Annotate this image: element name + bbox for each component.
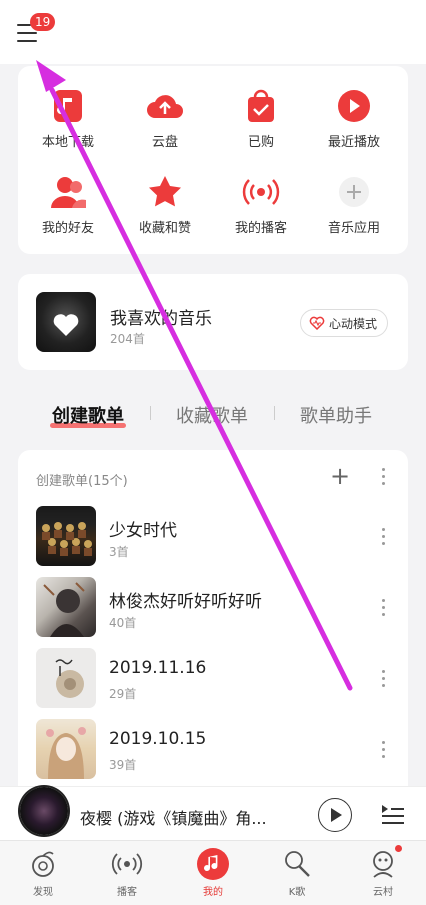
tab-created-playlists[interactable]: 创建歌单 <box>52 402 124 428</box>
notification-badge: 19 <box>30 13 56 31</box>
playlist-count: 40首 <box>109 616 137 630</box>
grid-item-my-podcast[interactable]: 我的播客 <box>213 174 309 236</box>
play-button[interactable] <box>318 798 352 832</box>
nav-mine[interactable]: 我的 <box>178 847 248 898</box>
playlist-row[interactable]: 少女时代 3首 <box>18 506 408 576</box>
quick-access-card: 本地下载 云盘 已购 最近播放 我的好友 收藏和赞 我的播客 音乐应用 <box>18 66 408 254</box>
friends-icon <box>48 174 88 210</box>
grid-item-recent-play[interactable]: 最近播放 <box>306 88 402 150</box>
tab-divider <box>150 406 151 420</box>
play-circle-icon <box>334 88 374 124</box>
nav-karaoke[interactable]: K歌 <box>262 847 332 898</box>
playlist-title: 林俊杰好听好听好听 <box>109 592 262 612</box>
music-note-icon <box>196 847 230 881</box>
grid-item-friends[interactable]: 我的好友 <box>20 174 116 236</box>
add-playlist-button[interactable]: + <box>330 464 350 488</box>
grid-item-label: 我的好友 <box>41 221 94 236</box>
menu-line <box>17 40 37 42</box>
playlist-tabs: 创建歌单 收藏歌单 歌单助手 <box>0 392 426 436</box>
grid-item-label: 云盘 <box>151 135 178 150</box>
menu-line <box>17 24 31 26</box>
nav-cloud-village[interactable]: 云村 <box>348 845 418 898</box>
playlist-cover <box>36 648 96 708</box>
playlist-count: 39首 <box>109 758 137 772</box>
grid-item-local-download[interactable]: 本地下载 <box>20 88 116 150</box>
shopping-bag-icon <box>241 88 281 124</box>
grid-item-label: 收藏和赞 <box>138 221 191 236</box>
created-playlists-card: 创建歌单(15个) + 少女时代 3首 林俊杰好听好听好听 40首 2019.1… <box>18 450 408 810</box>
playlist-title: 少女时代 <box>109 521 177 541</box>
playlist-row[interactable]: 林俊杰好听好听好听 40首 <box>18 577 408 647</box>
grid-item-cloud[interactable]: 云盘 <box>117 88 213 150</box>
grid-item-label: 本地下载 <box>41 135 94 150</box>
nav-label: 云村 <box>373 887 393 898</box>
playlist-count: 3首 <box>109 545 129 559</box>
grid-item-label: 已购 <box>247 135 274 150</box>
playlist-title: 2019.11.16 <box>109 658 207 678</box>
album-disc[interactable] <box>20 787 68 835</box>
top-bar: 19 <box>0 0 426 64</box>
star-icon <box>145 174 185 210</box>
nav-podcast[interactable]: 播客 <box>92 847 162 898</box>
playlist-count: 29首 <box>109 687 137 701</box>
liked-music-title: 我喜欢的音乐 <box>110 309 212 329</box>
grid-item-favorites[interactable]: 收藏和赞 <box>117 174 213 236</box>
heart-mode-label: 心动模式 <box>328 316 377 331</box>
more-options-icon[interactable] <box>380 741 386 761</box>
playlist-row[interactable]: 2019.10.15 39首 <box>18 719 408 789</box>
playlist-row[interactable]: 2019.11.16 29首 <box>18 648 408 718</box>
grid-item-purchased[interactable]: 已购 <box>213 88 309 150</box>
podcast-icon <box>110 847 144 881</box>
tab-playlist-assistant[interactable]: 歌单助手 <box>300 402 372 428</box>
more-options-icon[interactable] <box>380 670 386 690</box>
playlist-title: 2019.10.15 <box>109 729 207 749</box>
grid-item-label: 最近播放 <box>327 135 380 150</box>
playlist-cover <box>36 506 96 566</box>
heart-mode-button[interactable]: 心动模式 <box>299 309 388 337</box>
grid-item-label: 音乐应用 <box>327 221 380 236</box>
nav-label: 播客 <box>117 887 137 898</box>
nav-label: K歌 <box>288 887 306 898</box>
more-options-icon[interactable] <box>380 528 386 548</box>
playlist-cover <box>36 719 96 779</box>
grid-item-music-apps[interactable]: 音乐应用 <box>306 174 402 236</box>
now-playing-title: 夜樱 (游戏《镇魔曲》角... <box>80 809 267 828</box>
nav-label: 我的 <box>203 887 223 898</box>
menu-line <box>17 32 37 34</box>
liked-music-cover <box>36 292 96 352</box>
heart-icon <box>53 314 79 336</box>
mini-player[interactable]: 夜樱 (游戏《镇魔曲》角... <box>0 786 426 840</box>
created-playlists-header: 创建歌单(15个) <box>36 474 128 489</box>
bottom-navigation: 发现 播客 我的 K歌 云村 <box>0 840 426 905</box>
community-icon <box>366 845 402 881</box>
liked-music-card[interactable]: 我喜欢的音乐 204首 心动模式 <box>18 274 408 370</box>
tab-divider <box>274 406 275 420</box>
discover-icon <box>26 847 60 881</box>
music-file-icon <box>48 88 88 124</box>
more-options-icon[interactable] <box>380 468 386 488</box>
nav-discover[interactable]: 发现 <box>8 847 78 898</box>
liked-music-count: 204首 <box>110 332 145 346</box>
playlist-cover <box>36 577 96 637</box>
notification-dot <box>395 845 402 852</box>
plus-icon <box>334 174 374 210</box>
heartbeat-icon <box>309 316 325 330</box>
grid-item-label: 我的播客 <box>234 221 287 236</box>
tab-collected-playlists[interactable]: 收藏歌单 <box>176 402 248 428</box>
playlist-queue-icon[interactable] <box>380 801 406 827</box>
cloud-upload-icon <box>145 88 185 124</box>
more-options-icon[interactable] <box>380 599 386 619</box>
nav-label: 发现 <box>33 887 53 898</box>
microphone-icon <box>280 847 314 881</box>
broadcast-icon <box>241 174 281 210</box>
